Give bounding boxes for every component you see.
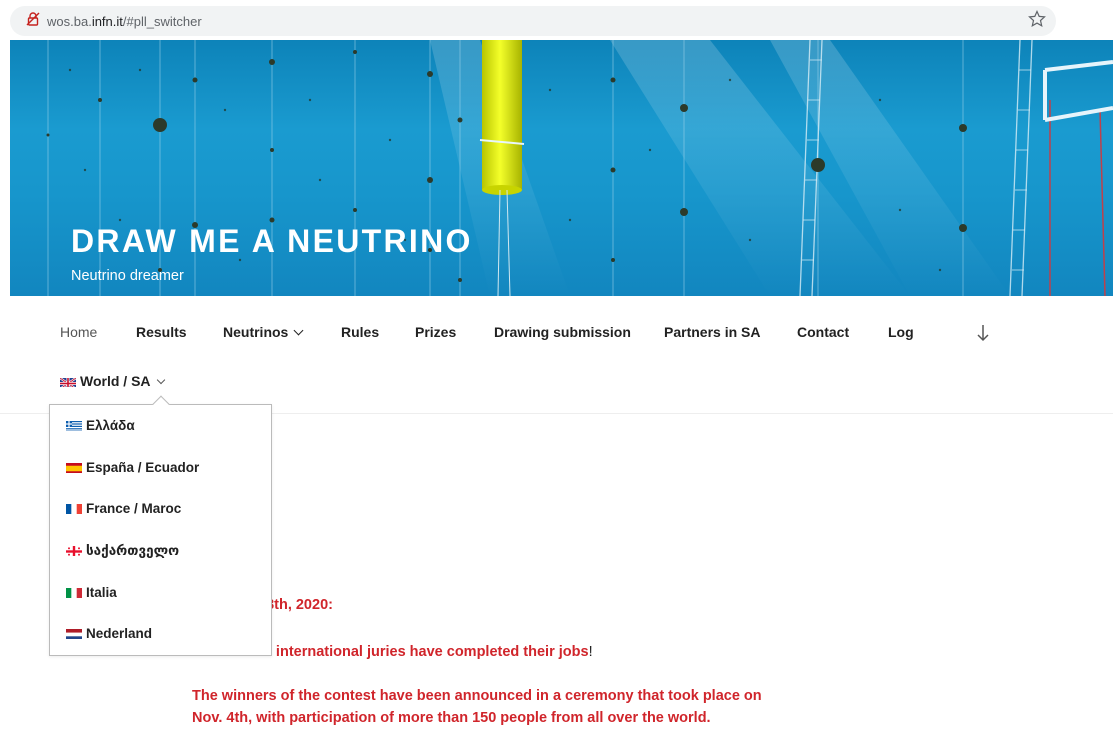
juries-announcement-text: al and international juries have complet… — [230, 644, 589, 660]
juries-announcement: al and international juries have complet… — [230, 644, 593, 660]
bookmark-star-icon[interactable] — [1028, 10, 1046, 28]
chevron-down-icon — [156, 375, 165, 385]
nav-item-label: Home — [60, 324, 98, 340]
language-option-spain-ecuador[interactable]: España / Ecuador — [66, 460, 199, 475]
language-option-label: Italia — [86, 585, 117, 600]
language-dropdown-menu: Ελλάδα España / Ecuador France / Maroc ს… — [49, 404, 272, 656]
nav-item-label: Results — [136, 324, 187, 340]
nav-item-partners-in-sa[interactable]: Partners in SA — [664, 324, 760, 340]
language-option-label: Nederland — [86, 626, 153, 641]
italy-flag-icon — [66, 587, 82, 598]
language-option-italia[interactable]: Italia — [66, 585, 117, 600]
juries-punctuation: ! — [588, 644, 593, 660]
nav-item-label: Log — [888, 324, 914, 340]
netherlands-flag-icon — [66, 628, 82, 639]
nav-item-results[interactable]: Results — [136, 324, 187, 340]
site-info-icon[interactable] — [26, 12, 40, 26]
language-option-label: Ελλάδα — [86, 418, 135, 433]
nav-item-neutrinos[interactable]: Neutrinos — [223, 324, 304, 340]
nav-item-drawing-submission[interactable]: Drawing submission — [494, 324, 631, 340]
georgia-flag-icon — [66, 545, 82, 556]
nav-item-label: Neutrinos — [223, 324, 289, 340]
language-option-label: España / Ecuador — [86, 460, 200, 475]
nav-item-label: Contact — [797, 324, 850, 340]
nav-item-label: Drawing submission — [494, 324, 631, 340]
language-switcher[interactable]: World / SA — [60, 373, 165, 389]
uk-flag-icon — [60, 376, 76, 387]
language-option-georgia[interactable]: საქართველო — [66, 543, 179, 559]
nav-item-label: Partners in SA — [664, 324, 761, 340]
nav-item-label: Prizes — [415, 324, 457, 340]
url-text[interactable]: wos.ba.infn.it/#pll_switcher — [47, 14, 202, 29]
scroll-down-arrow-icon[interactable] — [975, 323, 991, 343]
site-description: Neutrino dreamer — [71, 268, 184, 284]
nav-item-rules[interactable]: Rules — [341, 324, 379, 340]
browser-address-bar: wos.ba.infn.it/#pll_switcher — [0, 0, 1113, 40]
spain-flag-icon — [66, 462, 82, 473]
winners-line-2: Nov. 4th, with participation of more tha… — [192, 710, 711, 726]
language-option-label: საქართველო — [86, 543, 180, 558]
nav-item-home[interactable]: Home — [60, 324, 97, 340]
nav-item-prizes[interactable]: Prizes — [415, 324, 456, 340]
greece-flag-icon — [66, 420, 82, 431]
winners-line-1: The winners of the contest have been ann… — [192, 688, 762, 704]
main-navigation: Home Results Neutrinos Rules Prizes Draw… — [0, 296, 1113, 414]
nav-item-label: Rules — [341, 324, 380, 340]
chevron-down-icon — [293, 325, 304, 336]
france-flag-icon — [66, 503, 82, 514]
language-switcher-label: World / SA — [80, 373, 151, 389]
site-title[interactable]: DRAW ME A NEUTRINO — [71, 223, 473, 260]
language-option-france-maroc[interactable]: France / Maroc — [66, 501, 181, 516]
language-option-label: France / Maroc — [86, 501, 182, 516]
nav-item-contact[interactable]: Contact — [797, 324, 849, 340]
header-image: DRAW ME A NEUTRINO Neutrino dreamer — [10, 40, 1113, 296]
language-option-nederland[interactable]: Nederland — [66, 626, 152, 641]
language-option-greece[interactable]: Ελλάδα — [66, 418, 135, 433]
nav-item-log[interactable]: Log — [888, 324, 914, 340]
